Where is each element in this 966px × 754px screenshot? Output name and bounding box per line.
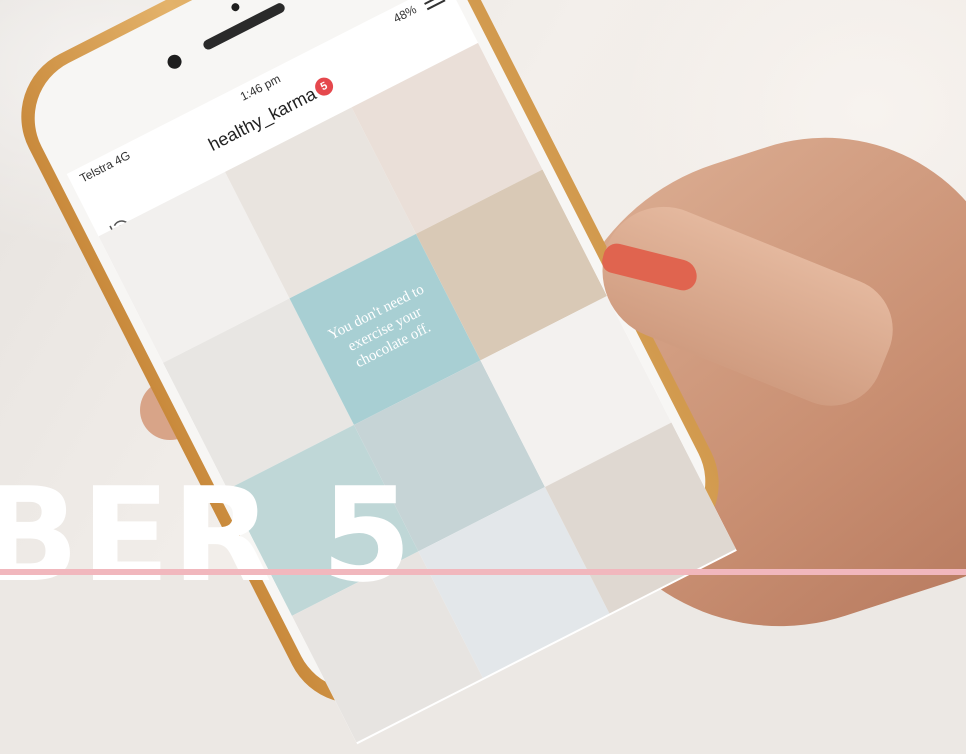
overlay-headline: BER 5: [0, 459, 414, 611]
bottom-accent-band: [0, 569, 966, 575]
earpiece-speaker: [201, 1, 287, 52]
quote-text: You don't need to exercise your chocolat…: [325, 281, 434, 372]
proximity-sensor: [230, 1, 241, 13]
front-camera: [165, 52, 184, 72]
